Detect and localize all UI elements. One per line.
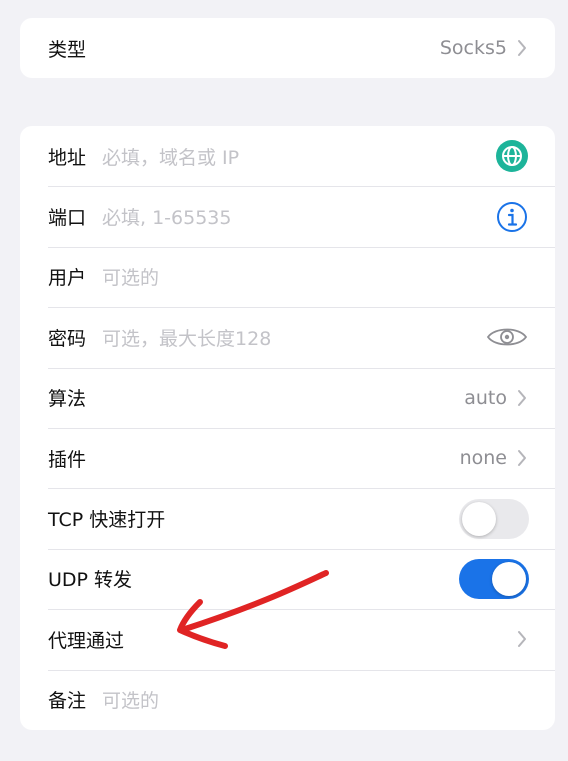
toggle-knob — [462, 501, 496, 536]
plugin-row[interactable]: 插件 none — [20, 427, 555, 488]
note-label: 备注 — [48, 690, 87, 713]
type-card: 类型 Socks5 — [20, 18, 555, 78]
chevron-right-icon — [517, 388, 529, 408]
chevron-right-icon — [517, 38, 529, 58]
info-icon[interactable] — [495, 200, 529, 234]
plugin-label: 插件 — [48, 448, 87, 471]
user-label: 用户 — [48, 267, 87, 290]
tcp-fast-open-toggle[interactable] — [459, 498, 529, 539]
udp-relay-toggle[interactable] — [459, 558, 529, 599]
algorithm-label: 算法 — [48, 388, 87, 411]
note-input[interactable]: 可选的 — [102, 686, 159, 713]
address-label: 地址 — [48, 146, 87, 169]
proxy-via-row[interactable]: 代理通过 — [20, 609, 555, 669]
chevron-right-icon — [517, 448, 529, 468]
user-row[interactable]: 用户 可选的 — [20, 246, 555, 307]
settings-page: 类型 Socks5 地址 必填，域名或 IP 端口 必填, 1-65535 用户… — [0, 0, 568, 761]
password-row[interactable]: 密码 可选，最大长度128 — [20, 307, 555, 367]
type-value: Socks5 — [439, 37, 507, 59]
port-row[interactable]: 端口 必填, 1-65535 — [20, 186, 555, 246]
type-row[interactable]: 类型 Socks5 — [20, 18, 555, 78]
tcp-fast-open-label: TCP 快速打开 — [48, 509, 166, 532]
algorithm-row[interactable]: 算法 auto — [20, 367, 555, 428]
address-input[interactable]: 必填，域名或 IP — [102, 143, 239, 170]
port-label: 端口 — [48, 207, 87, 230]
password-input[interactable]: 可选，最大长度128 — [102, 324, 271, 351]
proxy-via-label: 代理通过 — [48, 629, 125, 652]
algorithm-value: auto — [464, 386, 507, 409]
eye-icon[interactable] — [485, 320, 529, 354]
toggle-knob — [492, 561, 526, 596]
udp-relay-label: UDP 转发 — [48, 569, 133, 592]
address-row[interactable]: 地址 必填，域名或 IP — [20, 126, 555, 186]
password-label: 密码 — [48, 327, 87, 350]
type-label: 类型 — [48, 38, 87, 61]
user-input[interactable]: 可选的 — [102, 263, 159, 290]
chevron-right-icon — [517, 629, 529, 649]
udp-relay-row: UDP 转发 — [20, 548, 555, 609]
note-row[interactable]: 备注 可选的 — [20, 669, 555, 730]
tcp-fast-open-row: TCP 快速打开 — [20, 488, 555, 548]
server-config-card: 地址 必填，域名或 IP 端口 必填, 1-65535 用户 可选的 密码 可选… — [20, 126, 555, 730]
port-input[interactable]: 必填, 1-65535 — [102, 203, 231, 230]
globe-icon[interactable] — [495, 139, 529, 173]
plugin-value: none — [459, 447, 507, 470]
